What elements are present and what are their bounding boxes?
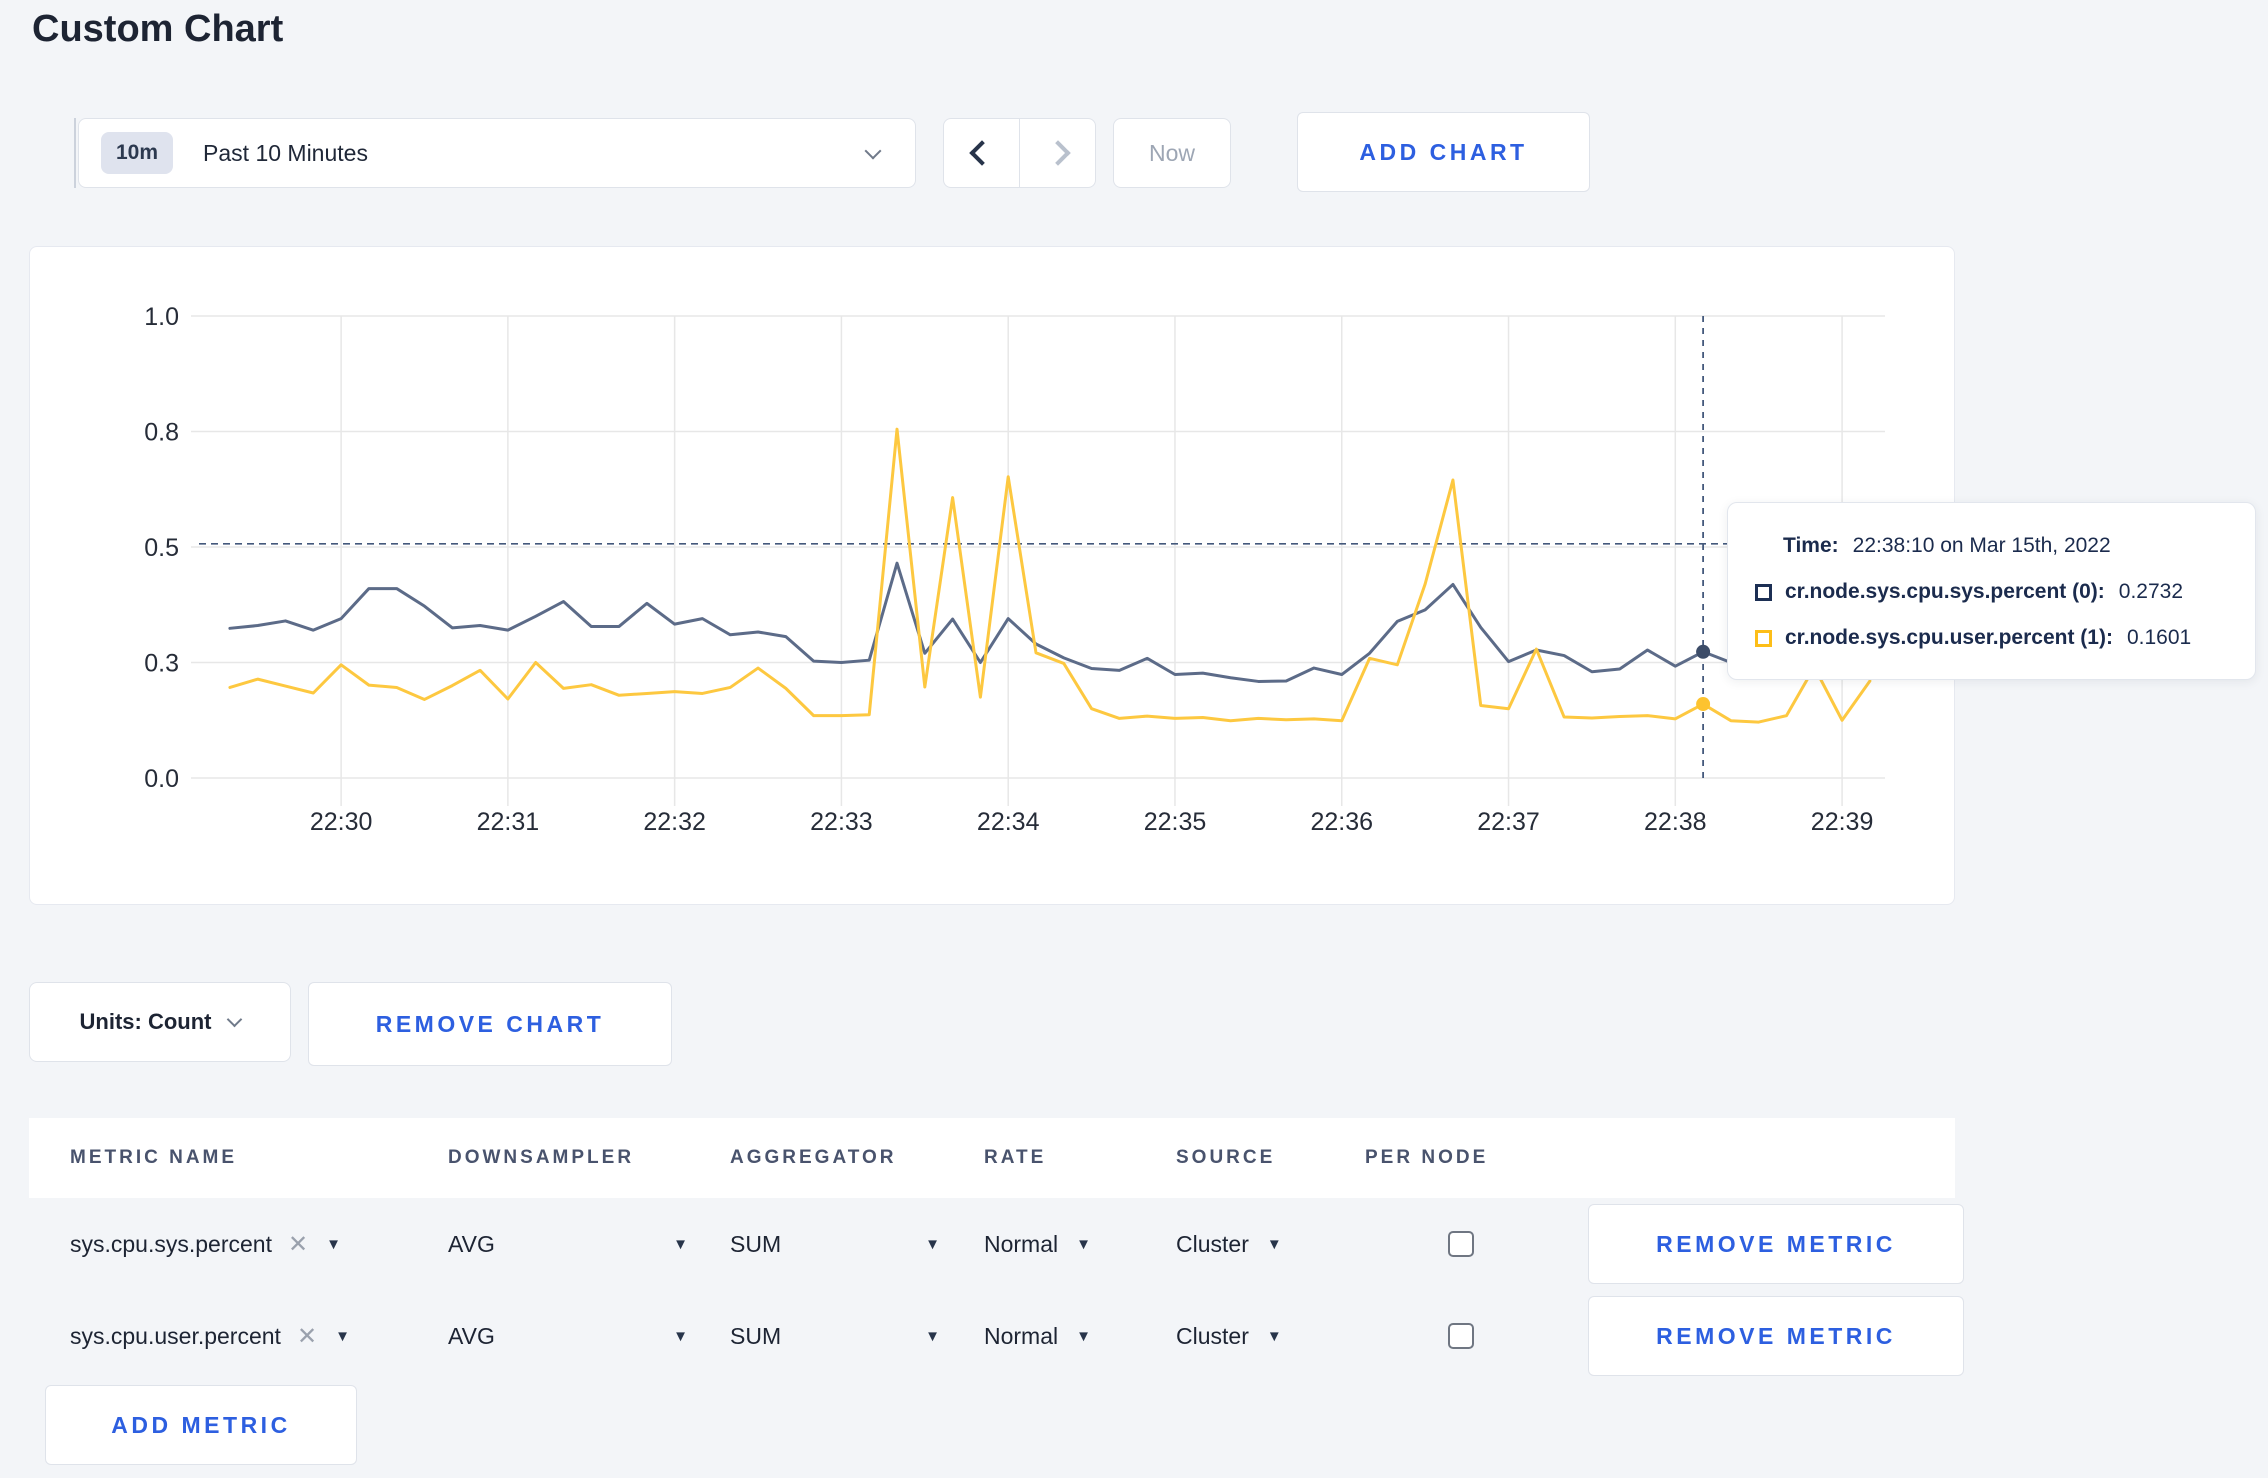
- caret-down-icon: ▼: [1266, 1235, 1282, 1253]
- downsampler-dropdown[interactable]: AVG ▼: [448, 1198, 688, 1290]
- rate-dropdown[interactable]: Normal ▼: [984, 1290, 1091, 1382]
- svg-text:22:33: 22:33: [810, 808, 873, 836]
- toolbar: 10m Past 10 Minutes Now ADD CHART: [0, 112, 2268, 192]
- source-dropdown[interactable]: Cluster ▼: [1176, 1198, 1282, 1290]
- rate-value: Normal: [984, 1230, 1059, 1257]
- per-node-checkbox[interactable]: [1448, 1323, 1474, 1349]
- svg-text:22:34: 22:34: [977, 808, 1040, 836]
- chart-tooltip: Time: 22:38:10 on Mar 15th, 2022 cr.node…: [1727, 502, 2256, 680]
- svg-text:22:36: 22:36: [1310, 808, 1373, 836]
- svg-text:22:31: 22:31: [477, 808, 540, 836]
- series-swatch-icon: [1755, 629, 1772, 647]
- col-header-metric-name: METRIC NAME: [70, 1147, 238, 1168]
- source-value: Cluster: [1176, 1322, 1249, 1349]
- svg-text:22:37: 22:37: [1477, 808, 1540, 836]
- chevron-right-icon: [1044, 140, 1071, 166]
- tooltip-series-value: 0.1601: [2126, 626, 2192, 649]
- tooltip-time-label: Time:: [1783, 534, 1839, 557]
- col-header-per-node: PER NODE: [1365, 1147, 1489, 1168]
- tooltip-series-label: cr.node.sys.cpu.user.percent (1):: [1785, 626, 2113, 649]
- clear-metric-icon[interactable]: ✕: [288, 1230, 308, 1259]
- chevron-down-icon: [864, 142, 882, 160]
- time-range-dropdown[interactable]: 10m Past 10 Minutes: [78, 118, 916, 188]
- chevron-left-icon: [968, 140, 995, 166]
- caret-down-icon: ▼: [1266, 1327, 1282, 1345]
- source-value: Cluster: [1176, 1230, 1249, 1257]
- chart-panel: 0.0 0.3 0.5 0.8 1.0 22:30 22:31 22:32 22:33 22:34…: [29, 246, 1955, 905]
- remove-metric-button[interactable]: REMOVE METRIC: [1588, 1296, 1964, 1376]
- tooltip-time-row: Time: 22:38:10 on Mar 15th, 2022: [1755, 523, 2255, 569]
- time-range-badge: 10m: [101, 132, 174, 174]
- caret-down-icon: ▼: [925, 1235, 940, 1253]
- per-node-cell: [1448, 1290, 1474, 1382]
- tooltip-series-row: cr.node.sys.cpu.sys.percent (0): 0.2732: [1755, 569, 2255, 615]
- svg-text:22:35: 22:35: [1144, 808, 1207, 836]
- rate-dropdown[interactable]: Normal ▼: [984, 1198, 1091, 1290]
- metric-name-value: sys.cpu.sys.percent: [70, 1230, 272, 1257]
- svg-text:22:38: 22:38: [1644, 808, 1707, 836]
- tooltip-series-label: cr.node.sys.cpu.sys.percent (0):: [1785, 580, 2105, 603]
- caret-down-icon: ▼: [1076, 1235, 1091, 1253]
- prev-time-button[interactable]: [944, 119, 1019, 187]
- add-chart-button[interactable]: ADD CHART: [1297, 112, 1590, 192]
- aggregator-dropdown[interactable]: SUM ▼: [730, 1290, 940, 1382]
- caret-down-icon: ▼: [925, 1327, 940, 1345]
- downsampler-value: AVG: [448, 1230, 495, 1257]
- downsampler-value: AVG: [448, 1322, 495, 1349]
- rate-value: Normal: [984, 1322, 1059, 1349]
- tooltip-time-value: 22:38:10 on Mar 15th, 2022: [1852, 534, 2111, 557]
- source-dropdown[interactable]: Cluster ▼: [1176, 1290, 1282, 1382]
- metric-name-dropdown[interactable]: sys.cpu.sys.percent ✕ ▼: [70, 1198, 410, 1290]
- now-button[interactable]: Now: [1113, 118, 1231, 188]
- svg-text:0.3: 0.3: [144, 650, 179, 678]
- metrics-table-header: METRIC NAME DOWNSAMPLER AGGREGATOR RATE …: [29, 1118, 1955, 1198]
- svg-text:22:39: 22:39: [1811, 808, 1874, 836]
- col-header-rate: RATE: [984, 1147, 1047, 1168]
- chart-plot[interactable]: 0.0 0.3 0.5 0.8 1.0 22:30 22:31 22:32 22:33 22:34…: [30, 247, 1953, 903]
- caret-down-icon: ▼: [1076, 1327, 1091, 1345]
- table-row: sys.cpu.sys.percent ✕ ▼ AVG ▼ SUM ▼ Norm…: [29, 1198, 1964, 1290]
- page-title: Custom Chart: [32, 8, 284, 50]
- caret-down-icon: ▼: [673, 1235, 688, 1253]
- series-swatch-icon: [1755, 583, 1772, 601]
- caret-down-icon: ▼: [335, 1327, 350, 1345]
- remove-chart-button[interactable]: REMOVE CHART: [308, 982, 672, 1066]
- next-time-button[interactable]: [1019, 119, 1095, 187]
- aggregator-value: SUM: [730, 1230, 782, 1257]
- svg-text:0.5: 0.5: [144, 534, 179, 562]
- caret-down-icon: ▼: [326, 1235, 341, 1253]
- svg-text:0.8: 0.8: [144, 419, 179, 447]
- aggregator-dropdown[interactable]: SUM ▼: [730, 1198, 940, 1290]
- add-metric-button[interactable]: ADD METRIC: [45, 1385, 357, 1465]
- chevron-down-icon: [227, 1011, 243, 1028]
- table-row: sys.cpu.user.percent ✕ ▼ AVG ▼ SUM ▼ Nor…: [29, 1290, 1964, 1382]
- col-header-source: SOURCE: [1176, 1147, 1276, 1168]
- units-dropdown[interactable]: Units: Count: [29, 982, 291, 1062]
- svg-text:22:32: 22:32: [643, 808, 706, 836]
- time-nav: [943, 118, 1096, 188]
- tooltip-series-row: cr.node.sys.cpu.user.percent (1): 0.1601: [1755, 615, 2255, 661]
- per-node-checkbox[interactable]: [1448, 1231, 1474, 1257]
- col-header-downsampler: DOWNSAMPLER: [448, 1147, 635, 1168]
- aggregator-value: SUM: [730, 1322, 782, 1349]
- metric-name-dropdown[interactable]: sys.cpu.user.percent ✕ ▼: [70, 1290, 410, 1382]
- toolbar-divider: [74, 118, 76, 188]
- col-header-aggregator: AGGREGATOR: [730, 1147, 897, 1168]
- caret-down-icon: ▼: [673, 1327, 688, 1345]
- clear-metric-icon[interactable]: ✕: [297, 1322, 317, 1351]
- svg-text:22:30: 22:30: [310, 808, 373, 836]
- metric-name-value: sys.cpu.user.percent: [70, 1322, 281, 1349]
- remove-metric-button[interactable]: REMOVE METRIC: [1588, 1204, 1964, 1284]
- units-label: Units: Count: [79, 1009, 212, 1034]
- downsampler-dropdown[interactable]: AVG ▼: [448, 1290, 688, 1382]
- svg-text:0.0: 0.0: [144, 765, 179, 793]
- svg-text:1.0: 1.0: [144, 303, 179, 331]
- per-node-cell: [1448, 1198, 1474, 1290]
- time-range-label: Past 10 Minutes: [203, 139, 368, 166]
- tooltip-series-value: 0.2732: [2118, 580, 2184, 603]
